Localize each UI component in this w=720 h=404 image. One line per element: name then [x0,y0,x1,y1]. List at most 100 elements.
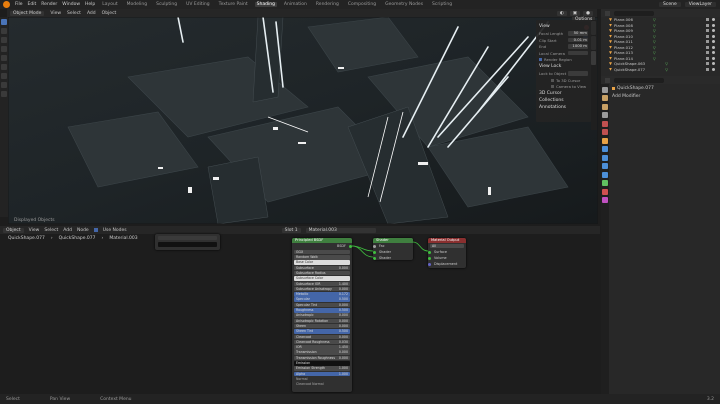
tab-rendering[interactable]: Rendering [314,2,341,7]
visibility-eye-icon[interactable] [712,18,715,22]
viewport-menu-add[interactable]: Add [87,11,96,16]
menu-edit[interactable]: Edit [28,2,37,7]
shading-mode-icon[interactable]: ● [583,10,593,16]
clip-end-field[interactable]: 1000 m [568,44,588,49]
bsdf-param-row[interactable]: Anisotropic 0.000 [294,313,350,318]
visibility-eye-icon[interactable] [712,62,715,66]
constraints-tab-icon[interactable] [602,171,608,178]
render-toggle-icon[interactable] [706,29,709,33]
tab-shading[interactable]: Shading [254,2,277,7]
output-target-dropdown[interactable]: All [430,243,464,249]
physics-tab-icon[interactable] [602,163,608,169]
bsdf-param-row[interactable]: Metallic 0.172 [294,292,350,297]
bsdf-param-row[interactable]: Transmission Roughness 0.000 [294,355,350,361]
material-tab-icon[interactable] [602,188,608,195]
tab-view[interactable] [591,51,596,65]
tab-compositing[interactable]: Compositing [346,2,378,7]
select-tool-icon[interactable] [1,19,7,25]
render-toggle-icon[interactable] [706,23,709,27]
outliner-search-input[interactable] [614,10,654,16]
node-menu-add[interactable]: Add [63,228,72,233]
focal-length-field[interactable]: 50 mm [568,31,588,36]
bsdf-param-row[interactable]: Subsurface Color [294,276,350,281]
tab-modeling[interactable]: Modeling [125,2,149,7]
lock-cursor-checkbox[interactable] [551,78,554,82]
tab-sculpting[interactable]: Sculpting [154,2,179,7]
render-toggle-icon[interactable] [706,62,709,66]
viewport-menu-object[interactable]: Object [102,11,117,16]
tab-layout[interactable]: Layout [100,2,119,7]
material-selector[interactable]: Material.003 [305,227,376,233]
bsdf-param-row[interactable]: Transmission 0.000 [294,350,350,355]
node-menu-node[interactable]: Node [77,228,89,233]
distribution-dropdown[interactable]: GGX [294,249,350,255]
bsdf-param-row[interactable]: Specular 0.500 [294,297,350,302]
view-layer-selector[interactable]: ViewLayer [684,2,716,7]
properties-editor-icon[interactable] [605,77,610,83]
bsdf-param-row[interactable]: Subsurface Anisotropy 0.000 [294,286,350,292]
lock-camera-checkbox[interactable] [551,85,554,88]
properties-search-input[interactable] [614,77,664,83]
bsdf-param-row[interactable]: Subsurface Radius [294,270,350,276]
node-menu-view[interactable]: View [29,228,40,233]
bsdf-param-row[interactable]: Sheen Tint 0.500 [294,329,350,334]
visibility-eye-icon[interactable] [712,45,715,49]
bsdf-param-row[interactable]: Subsurface IOR 1.400 [294,281,350,287]
rotate-tool-icon[interactable] [1,46,7,52]
cursor-tool-icon[interactable] [1,28,7,34]
lock-to-object-field[interactable] [568,71,588,76]
annotate-tool-icon[interactable] [1,73,7,79]
viewport-menu-select[interactable]: Select [67,11,81,16]
viewport-menu-view[interactable]: View [50,11,61,16]
bsdf-output-socket-dot[interactable] [349,244,352,248]
scene-selector[interactable]: Scene [659,2,681,7]
overlay-toggle-icon[interactable]: ◐ [556,10,567,16]
render-tab-icon[interactable] [602,95,608,101]
bsdf-param-row[interactable]: Clearcoat Normal [294,382,350,387]
bsdf-param-row[interactable]: Emission [294,361,350,366]
node-menu-select[interactable]: Select [44,228,58,233]
particles-tab-icon[interactable] [602,154,608,161]
scale-tool-icon[interactable] [1,55,7,61]
render-toggle-icon[interactable] [706,51,709,55]
image-selector[interactable] [158,236,217,240]
texture-tab-icon[interactable] [602,197,608,203]
view-lock-section[interactable]: View Lock [539,64,588,69]
use-nodes-checkbox[interactable] [93,228,98,232]
render-toggle-icon[interactable] [706,56,709,60]
node-editor-mode-dropdown[interactable]: Object [3,227,24,233]
visibility-eye-icon[interactable] [712,29,715,33]
tab-item[interactable] [591,21,596,35]
material-output-node[interactable]: Material Output All Surface Volume Displ… [428,238,466,268]
output-node-title[interactable]: Material Output [428,238,466,243]
output-tab-icon[interactable] [602,103,608,110]
tab-tool[interactable] [591,36,596,50]
bsdf-param-row[interactable]: Normal [294,377,350,382]
render-toggle-icon[interactable] [706,67,709,71]
visibility-eye-icon[interactable] [712,40,715,44]
visibility-eye-icon[interactable] [712,34,715,38]
transform-tool-icon[interactable] [1,64,7,70]
add-cube-tool-icon[interactable] [1,91,7,97]
bsdf-param-row[interactable]: Clearcoat Roughness 0.030 [294,339,350,345]
measure-tool-icon[interactable] [1,82,7,88]
visibility-eye-icon[interactable] [712,56,715,60]
image-texture-node[interactable] [155,234,220,250]
tab-uv-editing[interactable]: UV Editing [184,2,211,7]
outliner-filter-icon[interactable] [605,10,610,16]
bsdf-param-row[interactable]: Alpha 1.000 [294,371,350,377]
tool-tab-icon[interactable] [602,86,608,93]
render-toggle-icon[interactable] [706,34,709,38]
object-mode-dropdown[interactable]: Object Mode [10,10,45,16]
bsdf-param-row[interactable]: IOR 1.450 [294,345,350,350]
add-modifier-dropdown[interactable]: Add Modifier [612,94,717,99]
bsdf-param-row[interactable]: Specular Tint 0.000 [294,302,350,308]
collections-section[interactable]: Collections [539,98,588,103]
menu-render[interactable]: Render [41,2,57,7]
world-tab-icon[interactable] [602,129,608,135]
bsdf-param-row[interactable]: Base Color [294,260,350,265]
xray-toggle-icon[interactable]: ▣ [569,10,581,16]
bsdf-param-row[interactable]: Emission Strength 1.000 [294,366,350,371]
blender-logo-icon[interactable] [3,1,10,8]
render-toggle-icon[interactable] [706,18,709,22]
